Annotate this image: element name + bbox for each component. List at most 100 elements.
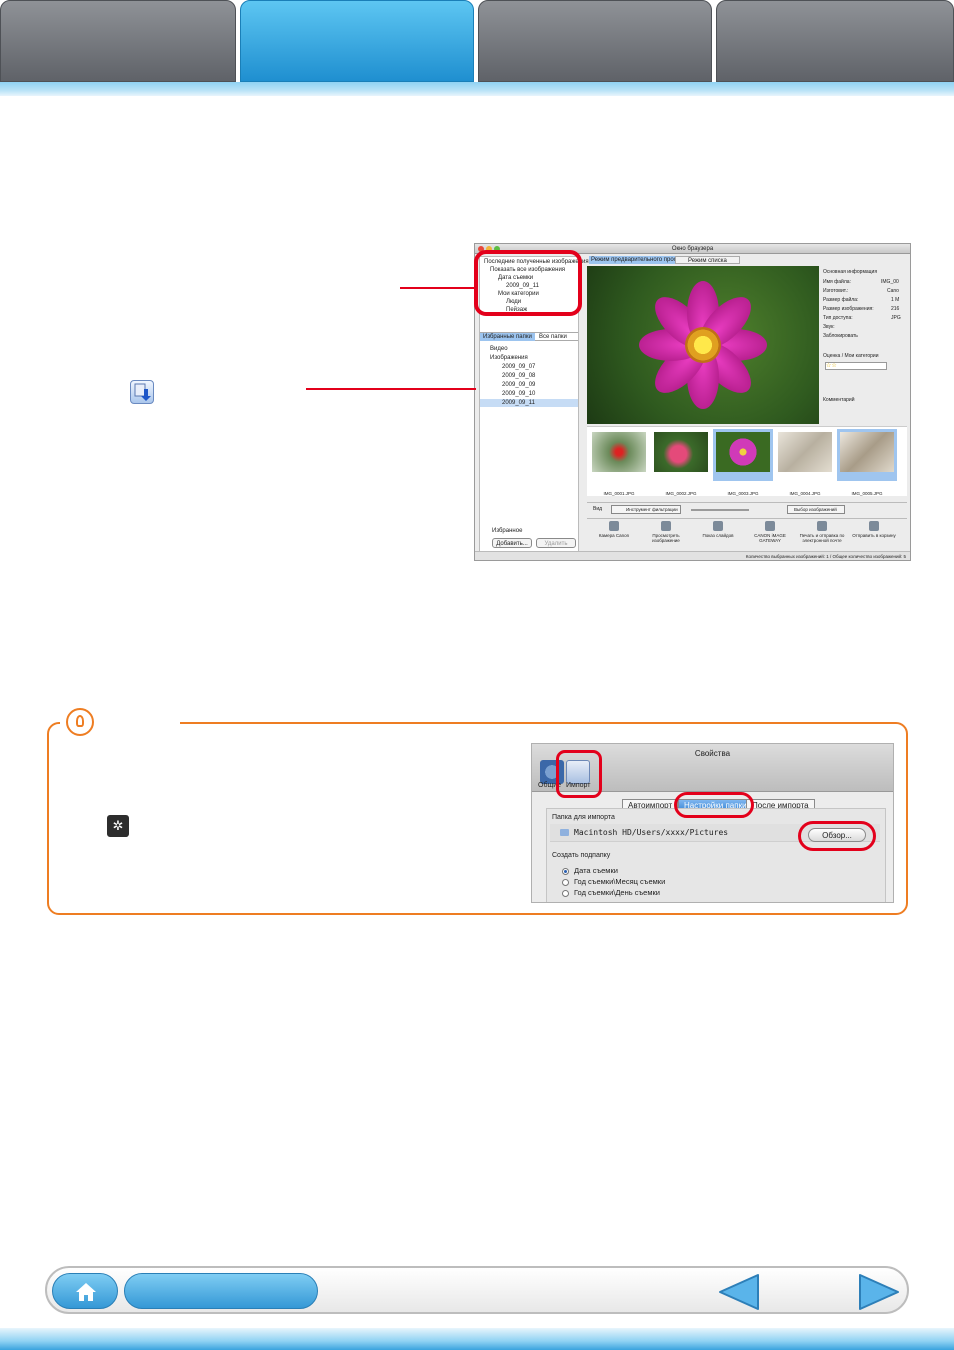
rating-stars[interactable]: ☆☆ bbox=[825, 362, 887, 370]
info-value-access: JPG bbox=[891, 315, 901, 321]
folder-video[interactable]: Видео bbox=[490, 345, 508, 353]
tab-favorite-folders[interactable]: Избранные папки bbox=[480, 333, 535, 341]
zoom-slider[interactable] bbox=[691, 509, 749, 511]
info-row-access: Тип доступа: bbox=[823, 315, 853, 321]
subfolder-label: Создать подпапку bbox=[552, 852, 611, 859]
highlight-browse-button bbox=[798, 821, 876, 851]
radio-date[interactable] bbox=[562, 868, 569, 875]
info-value-filesize: 1 M bbox=[891, 297, 900, 303]
callout-line-top bbox=[400, 287, 476, 289]
home-button[interactable] bbox=[52, 1273, 118, 1309]
thumbnail-2[interactable] bbox=[651, 429, 711, 481]
action-view-image[interactable]: Просмотреть изображение bbox=[641, 521, 691, 543]
tab-1[interactable] bbox=[0, 0, 236, 82]
action-label: Просмотреть изображение bbox=[652, 533, 680, 543]
status-bar: Количество выбранных изображений: 1 / Об… bbox=[475, 551, 910, 560]
view-toolbar: Вид Инструмент фильтрации Выбор изображе… bbox=[587, 502, 907, 516]
callout-line-folder bbox=[306, 388, 476, 390]
flower-center bbox=[685, 327, 721, 363]
view-label: Вид bbox=[593, 506, 603, 512]
thumbnail-image bbox=[840, 432, 894, 472]
radio-date-label: Дата съемки bbox=[574, 866, 618, 875]
thumbnail-strip: IMG_0001.JPG IMG_0002.JPG IMG_0003.JPG I… bbox=[587, 426, 907, 496]
folder-icon bbox=[560, 829, 569, 836]
action-print-email[interactable]: Печать и отправка по электронной почте bbox=[797, 521, 847, 543]
action-label: Отправить в корзину bbox=[852, 533, 896, 538]
info-row-lock[interactable]: Заблокировать bbox=[823, 332, 858, 340]
trash-icon bbox=[869, 521, 879, 531]
radio-year-day-label: Год съемки\День съемки bbox=[574, 888, 660, 897]
info-value-maker: Cano bbox=[887, 288, 899, 294]
remove-favorite-button[interactable]: Удалить bbox=[536, 538, 576, 548]
action-trash[interactable]: Отправить в корзину bbox=[849, 521, 899, 538]
thumbnail-caption: IMG_0005.JPG bbox=[851, 491, 883, 496]
home-icon bbox=[76, 1283, 96, 1301]
thumbnail-caption: IMG_0001.JPG bbox=[603, 491, 635, 496]
info-row-sound: Звук: bbox=[823, 324, 835, 330]
top-accent-strip bbox=[0, 82, 954, 96]
action-slideshow[interactable]: Показ слайдов bbox=[693, 521, 743, 538]
info-row-filesize: Размер файла: bbox=[823, 297, 859, 303]
thumbnail-caption: IMG_0004.JPG bbox=[789, 491, 821, 496]
globe-icon bbox=[765, 521, 775, 531]
folder-tabs: Избранные папки Все папки bbox=[480, 332, 578, 341]
info-panel: Основная информация Имя файла: IMG_00 Из… bbox=[821, 266, 909, 436]
highlight-import-icon bbox=[556, 750, 602, 798]
add-favorite-button[interactable]: Добавить... bbox=[492, 538, 532, 548]
print-icon bbox=[817, 521, 827, 531]
thumbnail-3[interactable] bbox=[713, 429, 773, 481]
prev-arrow-icon[interactable] bbox=[714, 1272, 764, 1312]
select-images-button[interactable]: Выбор изображений bbox=[787, 505, 845, 514]
folder-2009-09-08[interactable]: 2009_09_08 bbox=[502, 372, 535, 380]
tab-4[interactable] bbox=[716, 0, 954, 82]
contents-button[interactable] bbox=[124, 1273, 318, 1309]
bottom-accent-strip bbox=[0, 1328, 954, 1350]
import-icon bbox=[130, 380, 154, 404]
radio-year-month-label: Год съемки\Месяц съемки bbox=[574, 877, 666, 886]
thumbnail-1[interactable] bbox=[589, 429, 649, 481]
thumbnail-image bbox=[592, 432, 646, 472]
folder-2009-09-09[interactable]: 2009_09_09 bbox=[502, 381, 535, 389]
action-camera[interactable]: Камера Canon bbox=[589, 521, 639, 538]
lightbulb-icon bbox=[66, 708, 94, 736]
action-gateway[interactable]: CANON iMAGE GATEWAY bbox=[745, 521, 795, 543]
slideshow-icon bbox=[713, 521, 723, 531]
thumbnail-caption: IMG_0003.JPG bbox=[727, 491, 759, 496]
radio-year-month[interactable] bbox=[562, 879, 569, 886]
preview-image bbox=[587, 266, 819, 424]
radio-year-day[interactable] bbox=[562, 890, 569, 897]
import-folder-label: Папка для импорта bbox=[552, 814, 615, 821]
view-tab-list[interactable]: Режим списка bbox=[675, 256, 740, 264]
favorites-label: Избранное bbox=[492, 528, 523, 534]
folder-2009-09-11[interactable]: 2009_09_11 bbox=[480, 399, 578, 407]
tab-3[interactable] bbox=[478, 0, 712, 82]
thumbnail-image bbox=[778, 432, 832, 472]
view-image-icon bbox=[661, 521, 671, 531]
action-toolbar: Камера Canon Просмотреть изображение Пок… bbox=[587, 518, 907, 552]
action-label: Камера Canon bbox=[598, 533, 630, 538]
gear-icon: ✲ bbox=[107, 815, 129, 837]
action-label: CANON iMAGE GATEWAY bbox=[754, 533, 786, 543]
folder-images[interactable]: Изображения bbox=[490, 354, 528, 362]
info-row-imagesize: Размер изображения: bbox=[823, 306, 874, 312]
import-folder-path: Macintosh HD/Users/xxxx/Pictures bbox=[574, 828, 729, 837]
folder-2009-09-10[interactable]: 2009_09_10 bbox=[502, 390, 535, 398]
action-label: Показ слайдов bbox=[702, 533, 734, 538]
filter-tool-button[interactable]: Инструмент фильтрации bbox=[611, 505, 681, 514]
info-value-imagesize: 216 bbox=[891, 306, 900, 312]
tab-all-folders[interactable]: Все папки bbox=[536, 333, 570, 341]
info-row-filename: Имя файла: bbox=[823, 279, 851, 285]
highlight-folder-settings-tab bbox=[674, 792, 754, 818]
folder-2009-09-07[interactable]: 2009_09_07 bbox=[502, 363, 535, 371]
action-label: Печать и отправка по электронной почте bbox=[799, 533, 845, 543]
info-value-filename: IMG_00 bbox=[881, 279, 899, 285]
info-section-title: Основная информация bbox=[823, 269, 878, 275]
thumbnail-caption: IMG_0002.JPG bbox=[665, 491, 697, 496]
thumbnail-5[interactable] bbox=[837, 429, 897, 481]
info-row-maker: Изготовит.: bbox=[823, 288, 849, 294]
tab-2-active[interactable] bbox=[240, 0, 474, 82]
highlight-sidebar-top bbox=[474, 250, 582, 316]
thumbnail-4[interactable] bbox=[775, 429, 835, 481]
next-arrow-icon[interactable] bbox=[854, 1272, 904, 1312]
thumbnail-image bbox=[716, 432, 770, 472]
